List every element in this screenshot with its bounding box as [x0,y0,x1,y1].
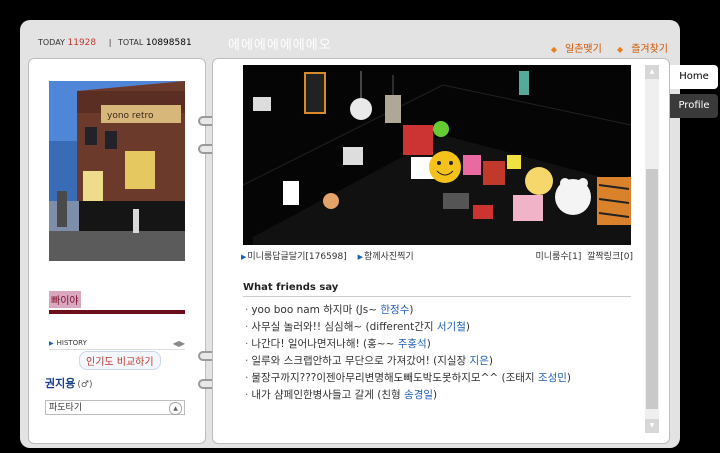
bullet-dot-icon: · [245,372,249,384]
profile-photo[interactable]: yono retro [49,81,185,261]
mood-text: 빠이야 [49,291,81,308]
counter-divider: | [108,38,112,47]
bullet-dot-icon: · [245,321,249,333]
comment-text: 물장구까지???이젠아무리변명해도빼도박도못하지모^^ (조태지 [251,372,538,384]
compare-popularity-button[interactable]: 인기도 비교하기 [79,351,161,370]
content-panel: ▶미니룸답글달기[176598] ▶함께사진찍기 미니룸수[1] 깔짝링크[0]… [212,58,670,444]
photo-together-link[interactable]: ▶함께사진찍기 [358,252,414,262]
bullet-dot-icon: · [245,338,249,350]
scroll-down-icon[interactable]: ▼ [645,419,659,433]
total-count: 10898581 [145,38,192,48]
scroll-thumb[interactable] [646,169,658,409]
history-bar: ▶ HISTORY ◀▶ [49,339,185,350]
list-item: · 내가 샴페인한병사들고 갈게 (친형 송경일) [245,387,630,404]
triangle-right-icon: ▶ [49,340,54,347]
comment-author-link[interactable]: 조성민 [538,372,567,384]
photo-together-label: 함께사진찍기 [364,252,414,262]
triangle-right-icon: ▶ [357,253,363,261]
comment-author-link[interactable]: 한정수 [380,304,409,316]
today-count: 11928 [67,38,97,48]
triangle-right-icon: ▶ [241,253,247,261]
diamond-bullet-icon: ◆ [550,45,558,54]
guestbook-link-label: 미니룸답글달기[176598] [247,252,347,262]
mood-bar [49,310,185,314]
list-item: · yoo boo nam 하지마 (Js~ 한정수) [245,302,630,319]
friends-heading: What friends say [243,282,631,297]
friends-comment-list: · yoo boo nam 하지마 (Js~ 한정수) · 사무실 놀러와!! 심심… [245,302,630,404]
owner-gender: (♂) [77,380,93,390]
miniroom-image [243,65,631,245]
visitor-counter: TODAY 11928 | TOTAL 10898581 [38,38,198,48]
shop-sign-text: yono retro [107,111,154,121]
profile-photo-image: yono retro [49,81,185,261]
comment-text: 내가 샴페인한병사들고 갈게 (친형 [251,389,405,401]
comment-author-link[interactable]: 서기철 [437,321,466,333]
comment-tail: ) [566,372,572,384]
quick-links: ◆ 일촌맺기 ◆ 즐겨찾기 [539,40,668,55]
surf-select[interactable]: 파도타기 ▲ [45,400,185,415]
bullet-dot-icon: · [245,355,249,367]
comment-author-link[interactable]: 지은 [470,355,489,367]
miniroom-scene[interactable] [243,65,631,245]
comment-text: 사무실 놀러와!! 심심해~ (different간지 [251,321,437,333]
tab-home[interactable]: Home [670,65,718,89]
history-toggle-icon[interactable]: ◀▶ [173,339,185,348]
comment-tail: ) [433,389,438,401]
comment-author-link[interactable]: 송경일 [404,389,433,401]
comment-author-link[interactable]: 주홍석 [398,338,427,350]
list-item: · 물장구까지???이젠아무리변명해도빼도박도못하지모^^ (조태지 조성민) [245,370,630,387]
surf-select-value: 파도타기 [49,403,83,413]
add-friend-link[interactable]: ◆ 일촌맺기 [545,44,602,55]
comment-tail: ) [426,338,431,350]
favorite-label: 즐겨찾기 [631,44,668,55]
owner-name[interactable]: 권지용 (♂) [45,375,92,391]
profile-panel: yono retro 빠이야 ▶ HISTORY ◀▶ 인기도 비교하기 권지용(… [28,58,206,444]
comment-tail: ) [409,304,414,316]
scroll-up-icon[interactable]: ▲ [645,65,659,79]
add-friend-label: 일촌맺기 [565,44,602,55]
comment-tail: ) [488,355,493,367]
comment-tail: ) [465,321,470,333]
guestbook-link[interactable]: ▶미니룸답글달기[176598] [241,252,347,262]
chevron-up-icon[interactable]: ▲ [169,402,182,415]
history-label: HISTORY [56,339,87,347]
miniroom-links: ▶미니룸답글달기[176598] ▶함께사진찍기 미니룸수[1] 깔짝링크[0] [241,249,633,262]
miniroom-visits: 미니룸수[1] [535,252,582,262]
total-label: TOTAL [117,38,144,47]
mood-status: 빠이야 [49,289,185,314]
homepage-title: 에에에에에에에오 [228,38,332,53]
list-item: · 나간다! 일어나면저나해! (홍~~ 주홍석) [245,336,630,353]
bullet-dot-icon: · [245,389,249,401]
today-label: TODAY [38,38,65,47]
content-scrollbar[interactable]: ▲ ▼ [645,65,659,433]
miniroom-stats: 미니룸수[1] 깔짝링크[0] [536,249,633,262]
favorite-link[interactable]: ◆ 즐겨찾기 [611,44,668,55]
tab-profile[interactable]: Profile [670,94,718,118]
comment-text: 나간다! 일어나면저나해! (홍~~ [251,338,398,350]
owner-name-text: 권지용 [45,377,76,390]
list-item: · 일루와 스크랩안하고 무단으로 가져갔어! (지실장 지은) [245,353,630,370]
list-item: · 사무실 놀러와!! 심심해~ (different간지 서기철) [245,319,630,336]
comment-text: 일루와 스크랩안하고 무단으로 가져갔어! (지실장 [251,355,470,367]
miniroom-link-count: 깔짝링크[0] [587,252,633,262]
diamond-bullet-icon: ◆ [617,45,624,54]
bullet-dot-icon: · [245,304,249,316]
comment-text: yoo boo nam 하지마 (Js~ [251,304,381,316]
